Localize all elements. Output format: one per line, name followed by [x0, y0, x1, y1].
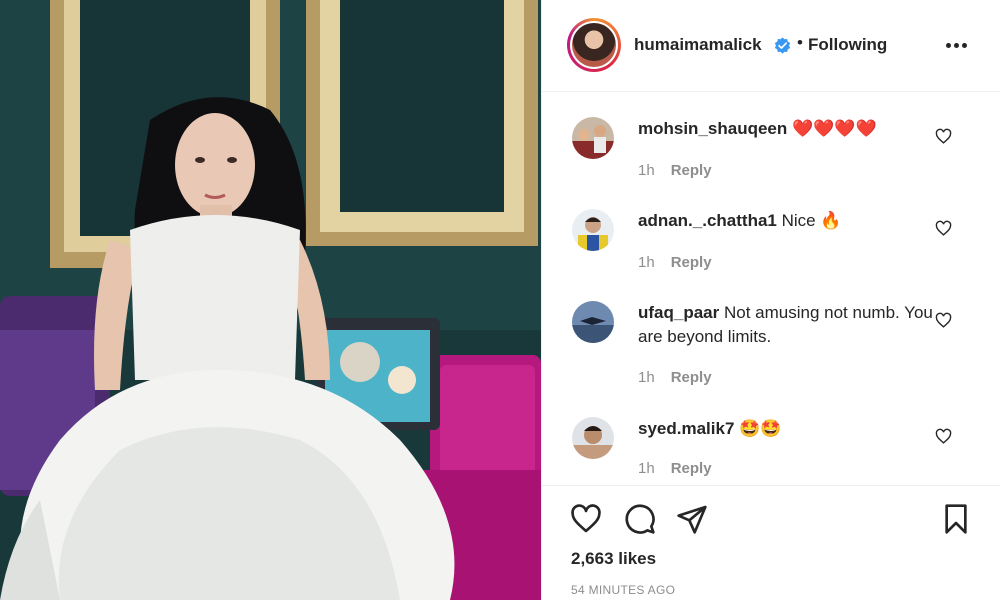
- comment-text: ufaq_paar Not amusing not numb. You are …: [638, 301, 938, 349]
- comment-time: 1h: [638, 460, 655, 477]
- post-timestamp: 54 MINUTES AGO: [571, 583, 676, 597]
- comment-username[interactable]: mohsin_shauqeen: [638, 119, 787, 138]
- comment-meta: 1h Reply: [638, 369, 712, 386]
- commenter-avatar[interactable]: [572, 209, 614, 251]
- comment-meta: 1h Reply: [638, 460, 712, 477]
- comment-time: 1h: [638, 254, 655, 271]
- post-actions: 2,663 likes 54 MINUTES AGO: [542, 485, 1000, 600]
- comment-text: mohsin_shauqeen ❤️❤️❤️❤️: [638, 117, 938, 141]
- comments-list[interactable]: mohsin_shauqeen ❤️❤️❤️❤️ 1h Reply adnan._…: [542, 93, 1000, 485]
- following-button[interactable]: Following: [808, 35, 887, 55]
- post-header: humaimamalick • Following: [542, 0, 1000, 92]
- comment-meta: 1h Reply: [638, 162, 712, 179]
- likes-count[interactable]: 2,663 likes: [571, 549, 656, 569]
- author-username[interactable]: humaimamalick: [634, 35, 762, 55]
- comment-time: 1h: [638, 369, 655, 386]
- more-options-icon[interactable]: [946, 38, 968, 52]
- author-avatar[interactable]: [567, 18, 621, 72]
- comment-username[interactable]: syed.malik7: [638, 419, 734, 438]
- commenter-avatar[interactable]: [572, 117, 614, 159]
- verified-badge-icon: [774, 37, 791, 54]
- comment-body: 🤩🤩: [739, 419, 782, 438]
- reply-button[interactable]: Reply: [671, 162, 712, 179]
- post-photo[interactable]: [0, 0, 541, 600]
- reply-button[interactable]: Reply: [671, 254, 712, 271]
- post-image-illustration: [0, 0, 541, 600]
- header-separator: •: [797, 33, 803, 52]
- comment-icon[interactable]: [624, 503, 656, 535]
- comment-body: ❤️❤️❤️❤️: [792, 119, 877, 138]
- reply-button[interactable]: Reply: [671, 460, 712, 477]
- comment-body: Nice 🔥: [781, 211, 842, 230]
- comment-username[interactable]: adnan._.chattha1: [638, 211, 777, 230]
- commenter-avatar[interactable]: [572, 417, 614, 459]
- commenter-avatar[interactable]: [572, 301, 614, 343]
- comment-heart-icon[interactable]: [935, 312, 952, 329]
- comment-text: syed.malik7 🤩🤩: [638, 417, 938, 441]
- reply-button[interactable]: Reply: [671, 369, 712, 386]
- comment-time: 1h: [638, 162, 655, 179]
- comment-text: adnan._.chattha1 Nice 🔥: [638, 209, 938, 233]
- comment-meta: 1h Reply: [638, 254, 712, 271]
- heart-icon[interactable]: [570, 503, 602, 535]
- bookmark-icon[interactable]: [940, 503, 972, 535]
- comment-heart-icon[interactable]: [935, 128, 952, 145]
- comment-heart-icon[interactable]: [935, 220, 952, 237]
- paper-plane-icon[interactable]: [676, 503, 708, 535]
- comment-heart-icon[interactable]: [935, 428, 952, 445]
- comment-username[interactable]: ufaq_paar: [638, 303, 719, 322]
- post-side-panel: humaimamalick • Following mohsin_shauqee…: [541, 0, 1000, 600]
